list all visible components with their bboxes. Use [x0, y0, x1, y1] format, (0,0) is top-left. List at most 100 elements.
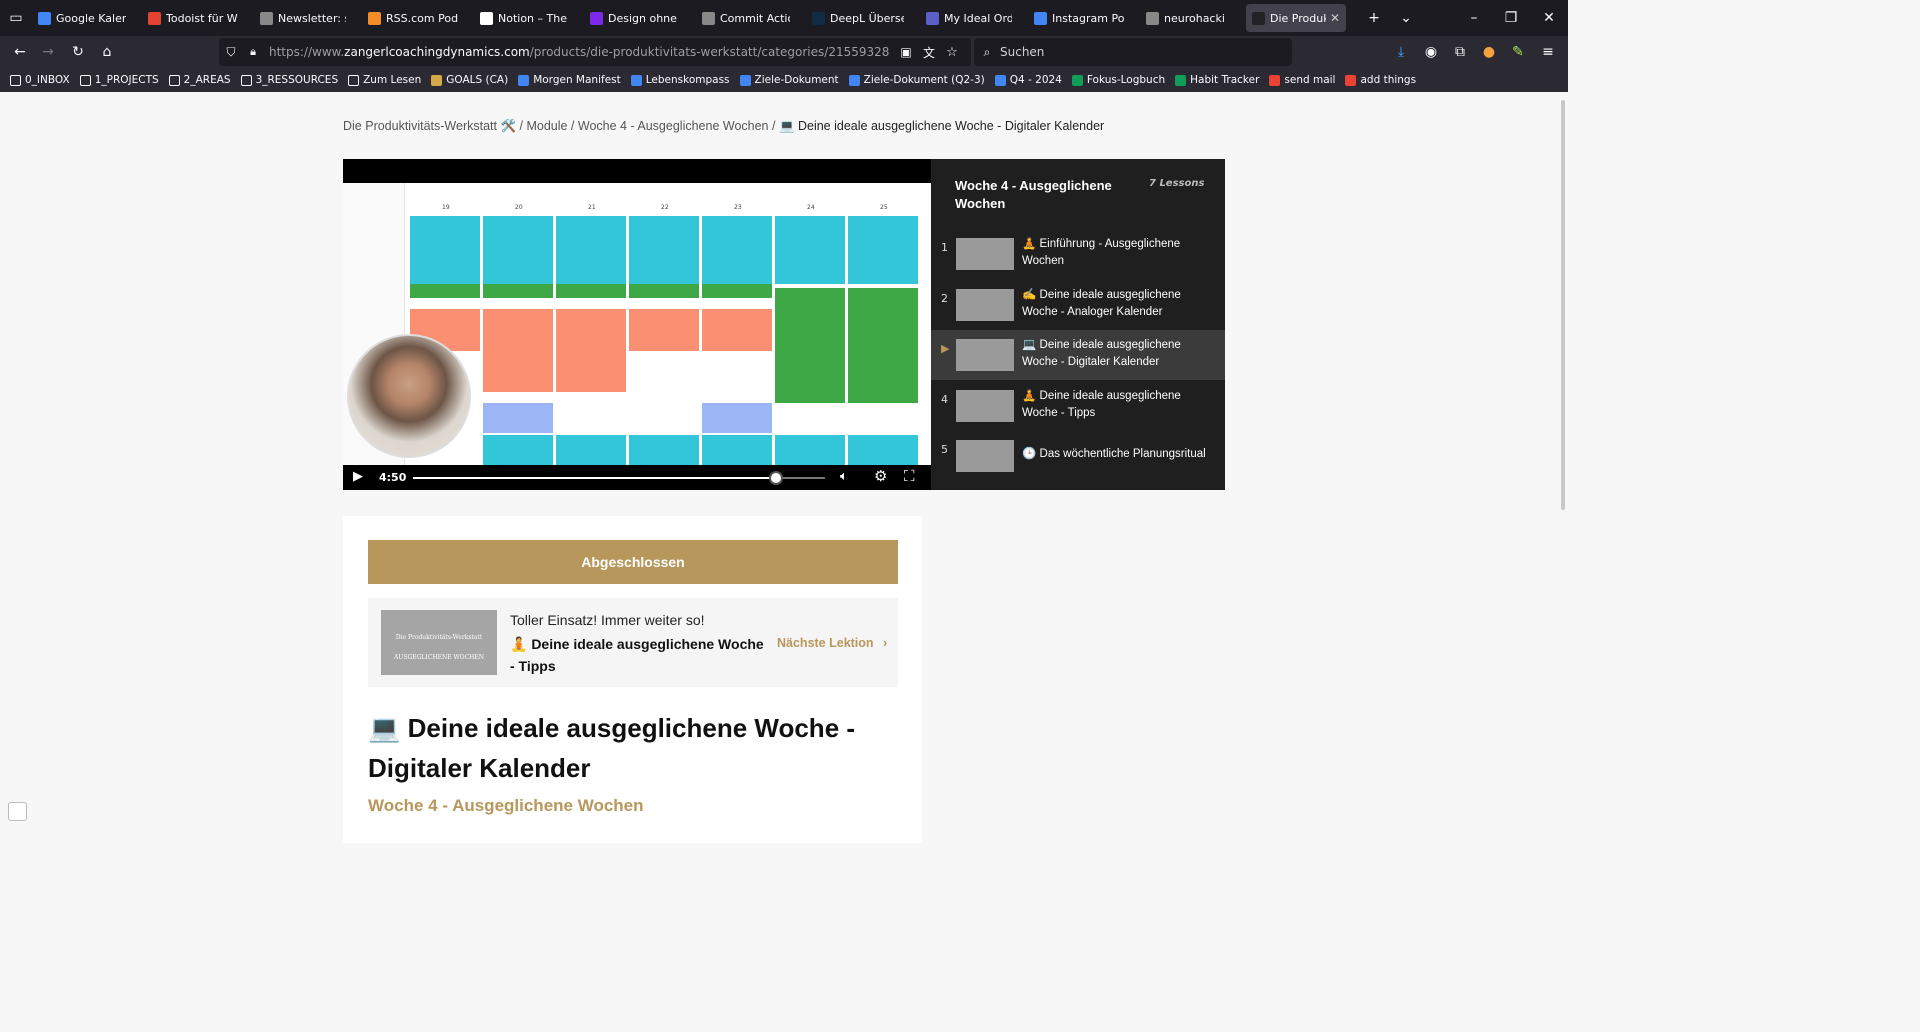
back-icon[interactable]: ← [12, 44, 28, 60]
bookmark-item[interactable]: send mail [1269, 74, 1335, 86]
doc-icon [739, 74, 751, 86]
bookmark-label: Ziele-Dokument [754, 74, 839, 86]
lesson-thumbnail [956, 389, 1014, 422]
bookmark-item[interactable]: Habit Tracker [1175, 74, 1259, 86]
calendar-day-number: 21 [588, 204, 596, 211]
lesson-thumbnail [956, 288, 1014, 321]
downloads-icon[interactable]: ⤓ [1393, 44, 1409, 60]
close-window-button[interactable]: ✕ [1541, 10, 1557, 26]
breadcrumb-current: 💻 Deine ideale ausgeglichene Woche - Dig… [778, 119, 1105, 133]
image-placeholder-icon [8, 802, 27, 821]
bookmark-item[interactable]: GOALS (CA) [431, 74, 508, 86]
bookmark-label: 3_RESSOURCES [255, 74, 339, 86]
browser-tab[interactable]: Instagram Post (2 [1034, 0, 1146, 36]
bookmark-item[interactable]: 2_AREAS [168, 74, 231, 86]
close-tab-icon[interactable]: ✕ [1330, 11, 1340, 25]
lesson-item[interactable]: 2 ✍️ Deine ideale ausgeglichene Woche - A… [931, 280, 1225, 330]
bookmark-item[interactable]: 1_PROJECTS [79, 74, 159, 86]
doc-icon [848, 74, 860, 86]
video-progress-knob[interactable] [768, 471, 783, 485]
browser-tab[interactable]: Newsletter: simpl [260, 0, 368, 36]
bookmark-label: Fokus-Logbuch [1086, 74, 1166, 86]
pen-extension-icon[interactable]: ✎ [1510, 44, 1526, 60]
bookmark-label: 1_PROJECTS [94, 74, 159, 86]
reload-icon[interactable]: ↻ [70, 44, 86, 60]
lesson-item[interactable]: ▶ 💻 Deine ideale ausgeglichene Woche - Di… [931, 330, 1225, 380]
url-text[interactable]: https://www.zangerlcoachingdynamics.com/… [269, 45, 889, 59]
shield-icon[interactable]: ⛉ [224, 44, 238, 60]
bookmark-item[interactable]: Zum Lesen [348, 74, 421, 86]
presenter-webcam [347, 334, 471, 458]
tab-label: RSS.com Podcast [386, 11, 458, 25]
bookmark-item[interactable]: Morgen Manifest [518, 74, 621, 86]
browser-tab[interactable]: Notion – The all-i [480, 0, 590, 36]
translate-icon[interactable]: 文 [921, 44, 937, 60]
next-lesson-label: Nächste Lektion [777, 636, 874, 650]
browser-tab[interactable]: RSS.com Podcast [368, 0, 480, 36]
search-placeholder[interactable]: Suchen [1000, 45, 1044, 59]
minimize-button[interactable]: – [1466, 10, 1482, 26]
forward-icon[interactable]: → [40, 44, 56, 60]
page-scrollbar[interactable] [1561, 100, 1565, 510]
google-calendar-icon [38, 11, 51, 25]
tab-list-icon[interactable]: ▭ [8, 10, 24, 26]
extensions-icon[interactable]: ⧉ [1452, 44, 1468, 60]
bookmark-label: 2_AREAS [183, 74, 231, 86]
lesson-panel: Woche 4 - Ausgeglichene Wochen 7 Lessons… [931, 159, 1225, 490]
lesson-label: 🕒 Das wöchentliche Planungsritual [1022, 448, 1206, 460]
volume-icon[interactable]: 🔈︎ [840, 469, 848, 484]
lesson-label: 🧘 Einführung - Ausgeglichene Wochen [1022, 238, 1181, 267]
browser-tab[interactable]: My Ideal Ordinary [926, 0, 1034, 36]
video-progress-bar[interactable] [413, 471, 825, 485]
bookmark-star-icon[interactable]: ☆ [944, 44, 960, 60]
browser-tab[interactable]: Commit Action · [702, 0, 812, 36]
next-lesson-thumbnail[interactable]: Die Produktivitäts-Werkstatt AUSGEGLICHE… [381, 610, 497, 675]
bookmark-item[interactable]: Ziele-Dokument [739, 74, 839, 86]
site-icon [1252, 11, 1265, 25]
video-progress-fill [413, 477, 776, 479]
new-tab-button[interactable]: + [1366, 10, 1382, 26]
lesson-subheading: Woche 4 - Ausgeglichene Wochen [368, 796, 644, 815]
lesson-item[interactable]: 4 🧘 Deine ideale ausgeglichene Woche - Ti… [931, 381, 1225, 431]
bookmark-item[interactable]: Q4 - 2024 [994, 74, 1062, 86]
browser-tab[interactable]: Die Produktivit ✕ [1246, 4, 1346, 32]
browser-tab[interactable]: Todoist für Windc [148, 0, 260, 36]
lesson-item[interactable]: 5 🕒 Das wöchentliche Planungsritual [931, 431, 1225, 481]
breadcrumb-module[interactable]: Module [526, 119, 567, 133]
tab-overflow-chevron-icon[interactable]: ⌄ [1398, 10, 1414, 26]
bookmark-item[interactable]: 3_RESSOURCES [240, 74, 339, 86]
rss-icon [368, 11, 381, 25]
bookmark-item[interactable]: 0_INBOX [10, 74, 70, 86]
bookmark-item[interactable]: add things [1345, 74, 1416, 86]
account-icon[interactable]: ◉ [1423, 44, 1439, 60]
bookmark-item[interactable]: Ziele-Dokument (Q2-3) [848, 74, 985, 86]
bookmark-item[interactable]: Fokus-Logbuch [1071, 74, 1166, 86]
home-icon[interactable]: ⌂ [99, 44, 115, 60]
lesson-label: ✍️ Deine ideale ausgeglichene Woche - An… [1022, 288, 1181, 318]
breadcrumb-category[interactable]: Woche 4 - Ausgeglichene Wochen [578, 119, 769, 133]
chevron-right-icon: › [883, 636, 888, 650]
fullscreen-icon[interactable]: ⛶ [904, 467, 915, 485]
breadcrumb-course[interactable]: Die Produktivitäts-Werkstatt 🛠️ [343, 119, 516, 133]
tab-label: Instagram Post (2 [1052, 11, 1124, 25]
play-icon[interactable]: ▶ [353, 469, 363, 484]
complete-button[interactable]: Abgeschlossen [368, 540, 898, 584]
tab-label: Commit Action · [720, 11, 790, 25]
browser-tab[interactable]: Google Kalender [38, 0, 148, 36]
bookmark-item[interactable]: Lebenskompass [630, 74, 730, 86]
lock-icon[interactable]: 🔒︎ [246, 44, 260, 60]
video-player[interactable]: 19 20 21 22 23 24 25 ▶ 4:50 🔈︎ ⚙ ⛶ [343, 159, 931, 490]
color-extension-icon[interactable]: ● [1481, 44, 1497, 60]
lesson-item[interactable]: 1 🧘 Einführung - Ausgeglichene Wochen [931, 229, 1225, 279]
settings-gear-icon[interactable]: ⚙ [874, 467, 887, 485]
lesson-thumbnail [956, 339, 1014, 371]
browser-tab[interactable]: neurohackingly [1146, 0, 1246, 36]
browser-tab[interactable]: Design ohne Titel [590, 0, 702, 36]
reader-view-icon[interactable]: ▣ [898, 44, 914, 60]
next-lesson-link[interactable]: Nächste Lektion › [777, 636, 887, 650]
bookmark-label: 0_INBOX [25, 74, 70, 86]
menu-icon[interactable]: ≡ [1540, 44, 1556, 60]
browser-tab[interactable]: DeepL Übersetzer [812, 0, 926, 36]
restore-button[interactable]: ❐ [1503, 10, 1519, 26]
next-lesson-title[interactable]: 🧘 Deine ideale ausgeglichene Woche - Tip… [510, 633, 770, 677]
